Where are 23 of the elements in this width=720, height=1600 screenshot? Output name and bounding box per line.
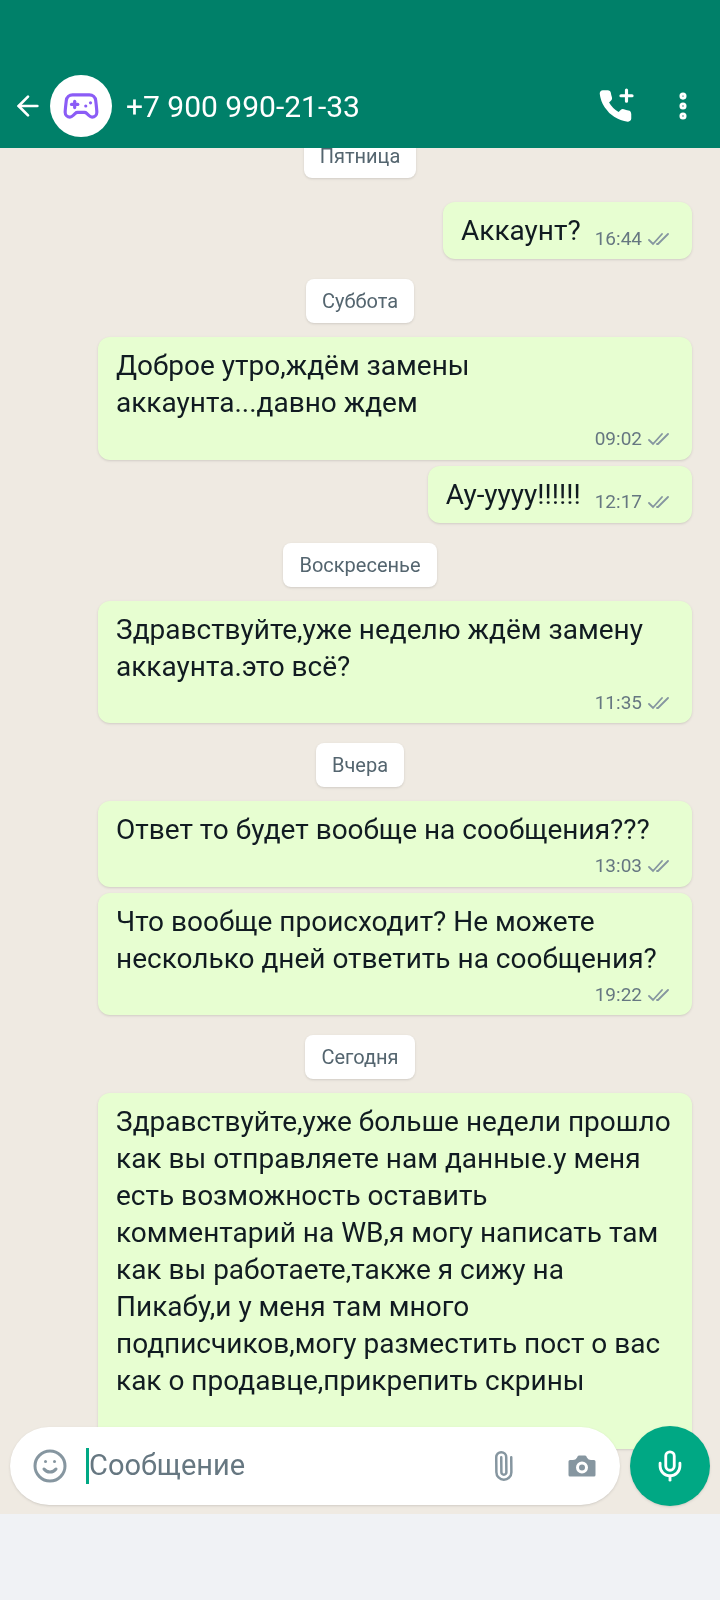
message-text: Здравствуйте,уже больше недели прошло как вы отправляете нам данные.у меня есть возможность оставить комментарий на WB,я могу написать там как вы работаете,также я сижу на Пикабу,и у меня там много подписчиков,могу разместить пост о вас как о продавце,прикрепить скрины [116, 1104, 672, 1399]
message-time: 09:02 [594, 426, 642, 452]
message-time: 11:35 [594, 689, 642, 716]
message-text: Что вообще происходит? Не можете несколько дней ответить на сообщения? [116, 903, 658, 977]
date-chip: Вчера [315, 743, 405, 787]
message-time: 19:22 [594, 981, 642, 1008]
emoji-icon[interactable] [32, 1448, 68, 1484]
text-cursor [86, 1448, 89, 1484]
message-text: Здравствуйте,уже неделю ждём замену аккаунта.это всё? [116, 611, 644, 685]
message-text: Ответ то будет вообще на сообщения??? [116, 812, 650, 848]
message-text: Аккаунт? [461, 213, 581, 249]
message-text: Доброе утро,ждём замены аккаунта...давно ждем [116, 348, 471, 421]
message-time: 13:03 [594, 853, 642, 879]
date-chip: Суббота [305, 279, 415, 323]
message-input[interactable]: Сообщение [10, 1427, 620, 1505]
message-time: 12:17 [594, 489, 642, 515]
message-text: Ау-уууу!!!!!! [445, 476, 581, 513]
input-placeholder: Сообщение [89, 1447, 247, 1485]
date-chip: Воскресенье [283, 542, 437, 587]
add-call-icon[interactable] [598, 87, 636, 125]
message-time: 16:44 [594, 225, 642, 252]
date-chip: Сегодня [305, 1035, 415, 1079]
date-chip: Пятница [303, 148, 417, 178]
